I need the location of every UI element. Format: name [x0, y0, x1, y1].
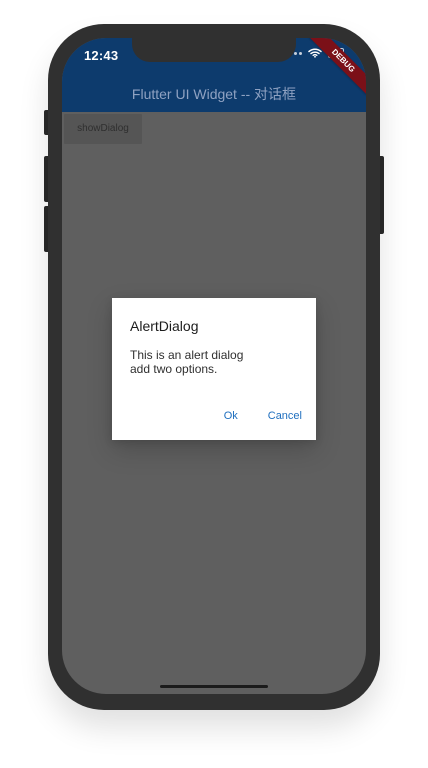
phone-screen: 12:43 Flutter UI Widget -- 对话框 DEBUG sho…	[62, 38, 366, 694]
show-dialog-button[interactable]: showDialog	[64, 114, 142, 144]
wifi-icon	[308, 48, 322, 58]
app-title: Flutter UI Widget -- 对话框	[131, 86, 297, 102]
dialog-body-line-1: This is an alert dialog	[130, 348, 244, 362]
ok-button[interactable]: Ok	[224, 410, 238, 422]
alert-dialog: AlertDialog This is an alert dialog add …	[112, 298, 316, 440]
cancel-button[interactable]: Cancel	[268, 410, 302, 422]
dialog-actions: Ok Cancel	[224, 410, 302, 422]
dialog-title: AlertDialog	[130, 318, 199, 334]
status-time: 12:43	[84, 48, 119, 63]
home-indicator	[160, 685, 268, 688]
dialog-body: This is an alert dialog add two options.	[130, 348, 300, 376]
notch	[132, 38, 296, 62]
dialog-body-line-2: add two options.	[130, 362, 218, 376]
